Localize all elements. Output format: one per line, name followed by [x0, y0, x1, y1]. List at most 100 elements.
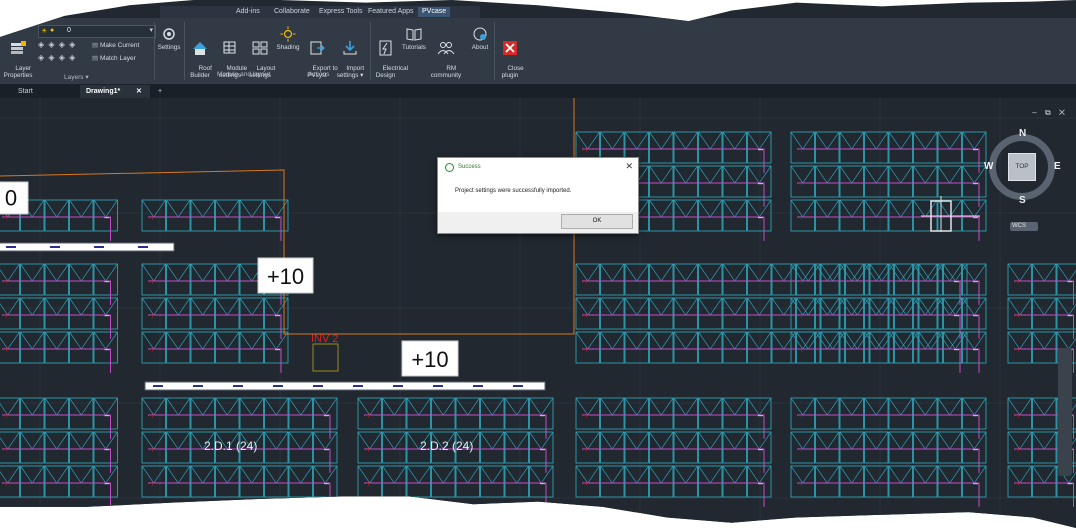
compass-west[interactable]: W	[984, 161, 993, 172]
tab-add-ins[interactable]: Add-ins	[236, 7, 260, 17]
block-d1-minus-mark: –	[758, 144, 763, 154]
ribbon-tab-bar: Add-ins Collaborate Express Tools Featur…	[160, 6, 480, 18]
success-check-icon	[445, 163, 454, 172]
combiner-bar-bottom-slot	[153, 385, 163, 387]
ribbon-panel: Layer Properties ☀ ● 0 ▾ ◈ ◈ ◈ ◈ ◈ ◈ ◈ ◈…	[0, 18, 1076, 85]
layers-group-label[interactable]: Layers ▾	[64, 73, 89, 81]
block-f2-module-v	[913, 397, 938, 416]
block-f1-plus-mark: +	[584, 445, 589, 454]
people-icon	[437, 42, 455, 55]
new-tab-button[interactable]: +	[152, 85, 168, 98]
block-f2-module-v	[815, 397, 840, 416]
electrical-design-label: Electrical Design	[375, 65, 409, 79]
rm-community-button[interactable]: RM community	[429, 26, 463, 86]
block-d2-module-v	[888, 131, 913, 150]
block-e1-module-v	[649, 331, 674, 350]
tutorials-button[interactable]: Tutorials	[400, 26, 428, 51]
block-a1-module-v	[69, 199, 94, 218]
block-a2-minus-mark: –	[275, 212, 280, 222]
block-a1-minus-mark: –	[105, 212, 110, 222]
block-f2-module-v	[888, 431, 913, 450]
block-b1-module-v	[0, 331, 20, 350]
block-f1-module-v	[649, 397, 674, 416]
block-e2-plus-mark: +	[799, 277, 804, 286]
layer-dropdown[interactable]: ☀ ● 0 ▾	[38, 25, 156, 38]
tab-start[interactable]: Start	[12, 85, 76, 98]
close-plugin-button[interactable]: Close plugin	[497, 26, 524, 86]
layer-properties-button[interactable]: Layer Properties	[2, 26, 34, 86]
block-f1-module-v	[600, 465, 625, 484]
block-f2-minus-mark: –	[973, 444, 978, 454]
block-c2-module-v	[264, 431, 289, 450]
block-c1-minus-mark: –	[105, 444, 110, 454]
ok-button[interactable]: OK	[561, 214, 633, 229]
block-d2-plus-mark: +	[799, 213, 804, 222]
viewcube-top-face[interactable]: TOP	[1008, 153, 1036, 181]
module-layout-group-label: Module and layout	[217, 71, 271, 78]
block-e3-module-v	[1032, 331, 1057, 350]
about-button[interactable]: About	[467, 26, 493, 51]
block-f3-module-v	[1032, 465, 1057, 484]
electrical-design-button[interactable]: Electrical Design	[372, 26, 408, 86]
block-b2-module-v	[190, 331, 215, 350]
match-layer-button[interactable]: ▤ Match Layer	[92, 54, 136, 62]
roof-builder-button[interactable]: Roof Builder	[187, 26, 213, 86]
dialog-close-icon[interactable]: ✕	[625, 161, 633, 172]
tab-collaborate[interactable]: Collaborate	[274, 7, 310, 17]
block-d2-module-v	[913, 131, 938, 150]
block-e1-module-v	[600, 331, 625, 350]
block-e1-module-v	[771, 331, 796, 350]
combiner-bar-bottom	[144, 381, 546, 391]
block-f1-module-v	[698, 465, 723, 484]
navigation-bar[interactable]	[1058, 348, 1072, 476]
close-plugin-label: Close plugin	[501, 65, 524, 79]
block-b2-plus-mark: +	[150, 311, 155, 320]
block-f1-plus-mark: +	[584, 479, 589, 488]
shading-button[interactable]: Shading	[276, 26, 300, 51]
block-c3-plus-mark: +	[366, 479, 371, 488]
block-f2-module-v	[815, 431, 840, 450]
module-grid-icon	[223, 41, 236, 54]
tab-featured-apps[interactable]: Featured Apps	[368, 7, 414, 17]
combiner-bar-top-slot	[50, 246, 60, 248]
viewcube[interactable]: TOP N S E W	[983, 128, 1061, 206]
block-e1-module-v	[722, 297, 747, 316]
block-b1-module-v	[69, 263, 94, 282]
block-e3-string-wire	[1014, 280, 1074, 305]
block-d1-plus-mark: +	[584, 145, 589, 154]
import-settings-button[interactable]: Import settings ▾	[334, 26, 366, 86]
block-c3-module-v	[480, 465, 505, 484]
block-c3-plus-mark: +	[366, 445, 371, 454]
layer-tools-icons-2[interactable]: ◈ ◈ ◈ ◈	[38, 53, 76, 62]
close-icon[interactable]: ✕	[136, 85, 142, 98]
settings-button[interactable]: Settings	[157, 26, 181, 51]
block-c2-minus-mark: –	[324, 444, 329, 454]
block-d1-module-v	[698, 131, 723, 150]
block-e1-module-v	[624, 297, 649, 316]
block-f1-module-v	[624, 465, 649, 484]
viewport-controls[interactable]: – ⧉ ✕	[1032, 108, 1068, 118]
close-plugin-icon	[503, 41, 517, 55]
block-f1-module-v	[600, 431, 625, 450]
chevron-down-icon: ▾	[149, 27, 153, 34]
block-f1-module-v	[673, 431, 698, 450]
wcs-button[interactable]: WCS	[1010, 222, 1038, 231]
shading-label: Shading	[276, 44, 300, 51]
tab-pvcase[interactable]: PVcase	[418, 7, 451, 17]
block-b2-module-v	[215, 331, 240, 350]
tab-drawing1[interactable]: Drawing1* ✕	[80, 85, 150, 98]
block-f1-minus-mark: –	[758, 478, 763, 488]
tab-express-tools[interactable]: Express Tools	[319, 7, 362, 17]
block-c2-module-v	[288, 431, 313, 450]
layer-tools-icons[interactable]: ◈ ◈ ◈ ◈	[38, 40, 76, 49]
compass-east[interactable]: E	[1054, 161, 1061, 172]
block-d1-module-v	[624, 131, 649, 150]
compass-south[interactable]: S	[1019, 195, 1026, 206]
compass-north[interactable]: N	[1019, 128, 1026, 139]
make-current-button[interactable]: ▤ Make Current	[92, 41, 139, 49]
block-f2-plus-mark: +	[799, 445, 804, 454]
match-layer-label: Match Layer	[99, 55, 136, 62]
combiner-bar-bottom-slot	[473, 385, 483, 387]
block-f1-minus-mark: –	[758, 444, 763, 454]
block-b2-module-v	[166, 331, 191, 350]
